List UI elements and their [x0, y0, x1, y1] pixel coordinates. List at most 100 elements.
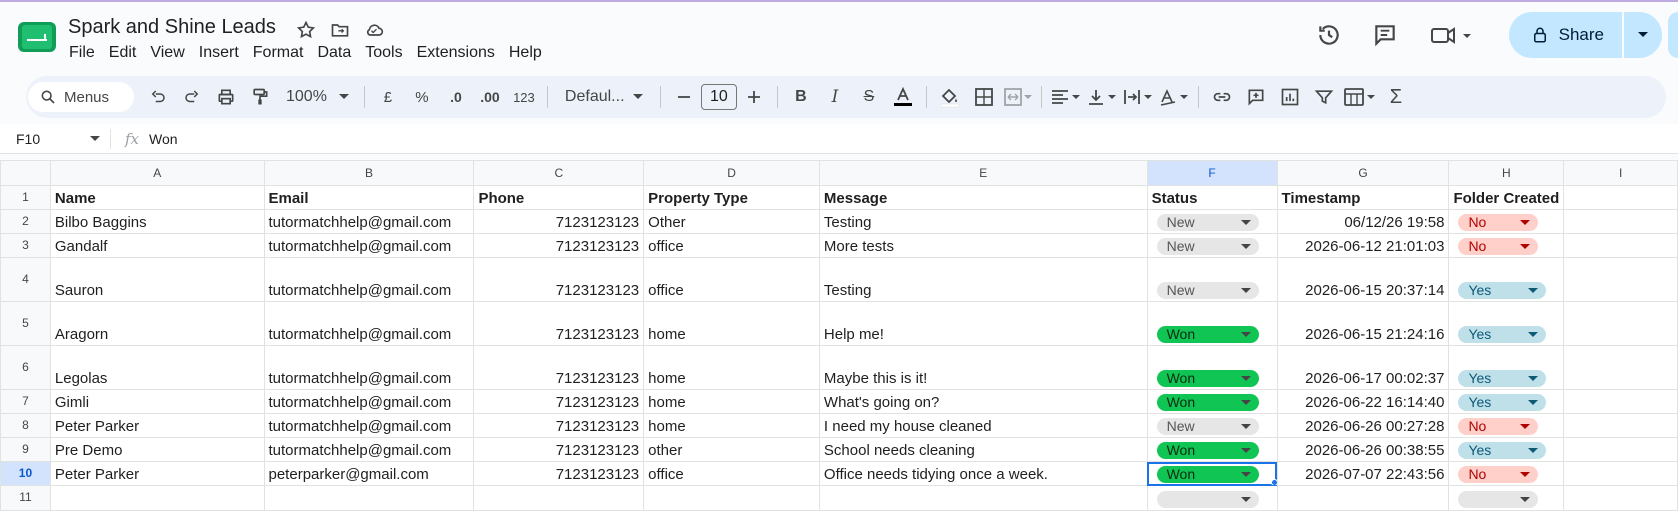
cell-property-type[interactable]: Other [643, 209, 820, 234]
sheets-logo-icon[interactable] [18, 22, 56, 52]
cell[interactable] [1563, 185, 1678, 210]
row-header[interactable]: 4 [0, 257, 51, 302]
cell-timestamp[interactable] [1276, 485, 1450, 511]
cell-timestamp[interactable]: 2026-06-26 00:38:55 [1276, 437, 1450, 462]
cell-timestamp[interactable]: 2026-07-07 22:43:56 [1276, 461, 1450, 486]
cell-status[interactable]: Won [1146, 345, 1278, 390]
column-header-d[interactable]: D [643, 160, 820, 186]
filter-icon[interactable] [1310, 82, 1338, 112]
menu-view[interactable]: View [143, 44, 191, 62]
menu-edit[interactable]: Edit [102, 44, 144, 62]
horizontal-align-icon[interactable] [1051, 82, 1081, 112]
column-header-g[interactable]: G [1276, 160, 1450, 186]
cell-message[interactable]: More tests [818, 233, 1148, 258]
cell[interactable] [1563, 485, 1678, 511]
status-dropdown-chip[interactable]: Won [1156, 465, 1259, 483]
folder-created-dropdown-chip[interactable]: Yes [1458, 393, 1547, 411]
cell-email[interactable]: tutormatchhelp@gmail.com [263, 209, 475, 234]
cell-name[interactable]: Legolas [49, 345, 265, 390]
italic-icon[interactable]: I [821, 82, 849, 112]
header-cell-phone[interactable]: Phone [473, 185, 645, 210]
folder-created-dropdown-chip[interactable]: Yes [1458, 325, 1547, 343]
header-cell-email[interactable]: Email [263, 185, 475, 210]
folder-created-dropdown-chip[interactable] [1458, 490, 1539, 508]
fill-color-icon[interactable] [936, 82, 964, 112]
cell-folder-created[interactable]: Yes [1448, 257, 1565, 302]
row-header[interactable]: 11 [0, 485, 51, 511]
increase-decimal-button[interactable]: .00 [476, 82, 504, 112]
cell-phone[interactable] [473, 485, 645, 511]
status-dropdown-chip[interactable]: New [1156, 237, 1259, 255]
folder-created-dropdown-chip[interactable]: No [1458, 465, 1539, 483]
cell-property-type[interactable]: home [643, 389, 820, 414]
cell[interactable] [1563, 209, 1678, 234]
paint-format-icon[interactable] [246, 82, 274, 112]
row-header[interactable]: 2 [0, 209, 51, 234]
cell-message[interactable]: School needs cleaning [818, 437, 1148, 462]
folder-created-dropdown-chip[interactable]: Yes [1458, 441, 1547, 459]
cell-timestamp[interactable]: 2026-06-22 16:14:40 [1276, 389, 1450, 414]
select-all-corner[interactable] [0, 160, 51, 186]
cell-email[interactable]: tutormatchhelp@gmail.com [263, 257, 475, 302]
redo-icon[interactable] [178, 82, 206, 112]
cell-name[interactable]: Gandalf [49, 233, 265, 258]
percent-format-button[interactable]: % [408, 82, 436, 112]
text-wrapping-icon[interactable] [1123, 82, 1153, 112]
row-header[interactable]: 3 [0, 233, 51, 258]
cell[interactable] [1563, 301, 1678, 346]
text-color-icon[interactable] [889, 82, 917, 112]
menu-insert[interactable]: Insert [192, 44, 246, 62]
bold-icon[interactable]: B [787, 82, 815, 112]
status-dropdown-chip[interactable] [1156, 490, 1259, 508]
cell-property-type[interactable]: home [643, 345, 820, 390]
cell-message[interactable]: Testing [818, 257, 1148, 302]
cell-timestamp[interactable]: 2026-06-17 00:02:37 [1276, 345, 1450, 390]
folder-created-dropdown-chip[interactable]: No [1458, 237, 1539, 255]
column-header-h[interactable]: H [1448, 160, 1565, 186]
cell-phone[interactable]: 7123123123 [473, 233, 645, 258]
cell-folder-created[interactable]: No [1448, 209, 1565, 234]
header-cell-message[interactable]: Message [818, 185, 1148, 210]
strikethrough-icon[interactable]: S [855, 82, 883, 112]
cell-status[interactable]: Won [1146, 437, 1278, 462]
cell-email[interactable]: tutormatchhelp@gmail.com [263, 301, 475, 346]
fill-handle[interactable] [1270, 479, 1277, 485]
history-icon[interactable] [1309, 15, 1349, 55]
increase-font-size-icon[interactable] [740, 82, 768, 112]
cell-folder-created[interactable]: No [1448, 233, 1565, 258]
table-view-icon[interactable] [1344, 82, 1376, 112]
folder-created-dropdown-chip[interactable]: Yes [1458, 281, 1547, 299]
header-cell-property-type[interactable]: Property Type [643, 185, 820, 210]
row-header[interactable]: 8 [0, 413, 51, 438]
name-box[interactable]: F10 [0, 131, 110, 147]
status-dropdown-chip[interactable]: Won [1156, 325, 1259, 343]
cell-timestamp[interactable]: 2026-06-15 21:24:16 [1276, 301, 1450, 346]
header-cell-folder-created[interactable]: Folder Created [1448, 185, 1565, 210]
status-dropdown-chip[interactable]: New [1156, 417, 1259, 435]
cell-timestamp[interactable]: 2026-06-12 21:01:03 [1276, 233, 1450, 258]
cell-property-type[interactable] [643, 485, 820, 511]
cell-email[interactable]: peterparker@gmail.com [263, 461, 475, 486]
menu-file[interactable]: File [62, 44, 102, 62]
share-options-button[interactable] [1624, 12, 1662, 58]
insert-comment-icon[interactable] [1242, 82, 1270, 112]
cell-timestamp[interactable]: 2026-06-15 20:37:14 [1276, 257, 1450, 302]
status-dropdown-chip[interactable]: New [1156, 213, 1259, 231]
cell-property-type[interactable]: office [643, 461, 820, 486]
cell-property-type[interactable]: home [643, 301, 820, 346]
column-header-f[interactable]: F [1146, 160, 1278, 186]
merge-cells-icon[interactable] [1004, 82, 1032, 112]
row-header[interactable]: 1 [0, 185, 51, 210]
cell-phone[interactable]: 7123123123 [473, 209, 645, 234]
cell-status[interactable]: New [1146, 233, 1278, 258]
status-dropdown-chip[interactable]: Won [1156, 369, 1259, 387]
zoom-select[interactable]: 100% [280, 82, 355, 112]
column-header-a[interactable]: A [49, 160, 265, 186]
header-cell-status[interactable]: Status [1146, 185, 1278, 210]
cell-property-type[interactable]: office [643, 257, 820, 302]
status-dropdown-chip[interactable]: Won [1156, 393, 1259, 411]
cell[interactable] [1563, 257, 1678, 302]
column-header-c[interactable]: C [473, 160, 645, 186]
star-icon[interactable] [294, 18, 318, 42]
cell-phone[interactable]: 7123123123 [473, 301, 645, 346]
